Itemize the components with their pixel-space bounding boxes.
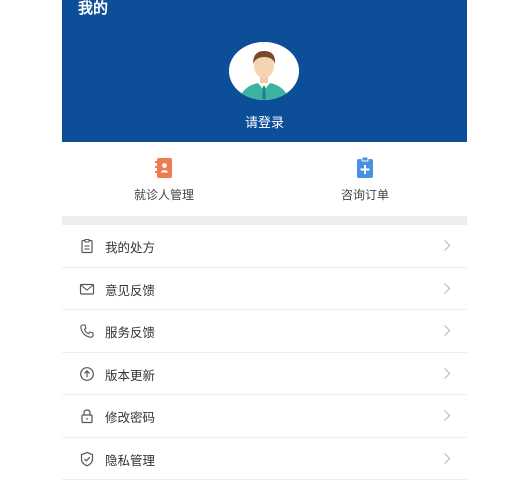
menu-item-label: 隐私管理: [105, 450, 155, 469]
menu-item-change-password[interactable]: 修改密码: [62, 395, 467, 438]
patient-management-icon: [152, 156, 176, 180]
app-screen: 我的 请登录: [62, 0, 467, 470]
chevron-right-icon: [443, 452, 451, 465]
profile-header: 我的 请登录: [62, 0, 467, 142]
phone-icon: [79, 323, 95, 339]
consult-order-button[interactable]: 咨询订单: [295, 156, 435, 203]
menu-item-feedback[interactable]: 意见反馈: [62, 268, 467, 311]
section-divider: [62, 216, 467, 225]
menu-item-label: 修改密码: [105, 407, 155, 426]
menu-item-prescription[interactable]: 我的处方: [62, 225, 467, 268]
avatar[interactable]: [229, 42, 299, 100]
menu-item-label: 我的处方: [105, 237, 155, 256]
user-avatar-icon: [229, 42, 299, 100]
lock-icon: [79, 408, 95, 424]
consult-order-icon: [353, 156, 377, 180]
chevron-right-icon: [443, 367, 451, 380]
menu-item-label: 版本更新: [105, 365, 155, 384]
mail-icon: [79, 281, 95, 297]
chevron-right-icon: [443, 239, 451, 252]
shield-icon: [79, 451, 95, 467]
chevron-right-icon: [443, 324, 451, 337]
menu-item-label: 服务反馈: [105, 322, 155, 341]
consult-order-label: 咨询订单: [295, 186, 435, 203]
settings-menu: 我的处方 意见反馈 服务反馈: [62, 225, 467, 480]
menu-item-service-feedback[interactable]: 服务反馈: [62, 310, 467, 353]
page-title: 我的: [78, 0, 108, 16]
upload-icon: [79, 366, 95, 382]
menu-item-privacy[interactable]: 隐私管理: [62, 438, 467, 480]
chevron-right-icon: [443, 282, 451, 295]
login-prompt[interactable]: 请登录: [62, 112, 467, 131]
patient-management-button[interactable]: 就诊人管理: [94, 156, 234, 203]
quick-actions: 就诊人管理 咨询订单: [62, 142, 467, 216]
chevron-right-icon: [443, 409, 451, 422]
menu-item-label: 意见反馈: [105, 280, 155, 299]
patient-management-label: 就诊人管理: [94, 186, 234, 203]
menu-item-version-update[interactable]: 版本更新: [62, 353, 467, 396]
prescription-icon: [79, 238, 95, 254]
